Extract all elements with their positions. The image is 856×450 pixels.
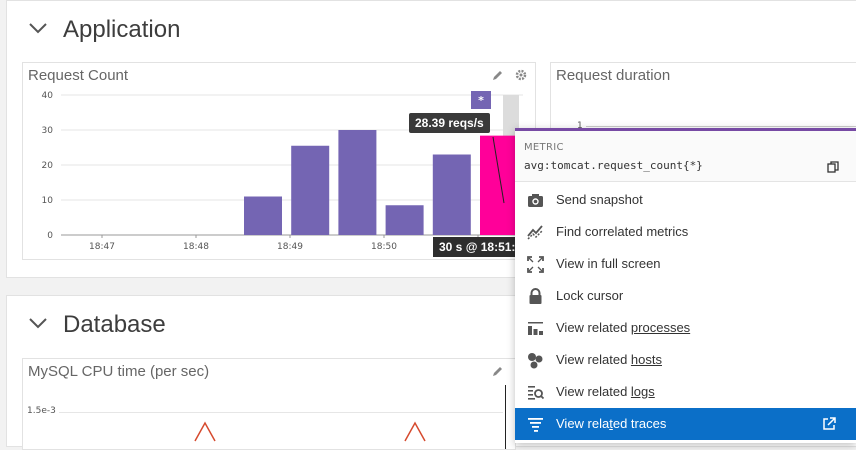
widget-title: Request Count — [28, 67, 129, 84]
chevron-down-icon[interactable] — [29, 22, 47, 34]
chart-line — [586, 126, 856, 127]
cursor-line — [505, 385, 506, 449]
menu-item-label: View related logs — [556, 384, 655, 399]
gear-icon[interactable] — [515, 69, 527, 81]
x-tick-label: 18:50 — [371, 242, 397, 252]
menu-item-label: Find correlated metrics — [556, 224, 689, 239]
metric-label: METRIC — [524, 142, 564, 153]
x-tick-label: 18:49 — [277, 242, 303, 252]
pencil-icon[interactable] — [492, 69, 504, 81]
hover-time-tooltip: 30 s @ 18:51:0 — [433, 237, 529, 257]
bar — [244, 196, 282, 235]
menu-item-related-traces[interactable]: View related traces — [515, 408, 856, 440]
grid-line — [59, 412, 503, 413]
menu-item-related-hosts[interactable]: View related hosts — [515, 344, 856, 376]
bar — [338, 130, 377, 235]
y-tick-label: 10 — [42, 196, 54, 206]
camera-icon — [528, 194, 543, 207]
bar — [432, 154, 471, 235]
menu-item-send-snapshot[interactable]: Send snapshot — [515, 184, 856, 216]
menu-header: METRIC avg:tomcat.request_count{*} — [515, 131, 856, 182]
copy-icon[interactable] — [827, 161, 839, 173]
menu-item-related-processes[interactable]: View related processes — [515, 312, 856, 344]
x-tick-label: 18:47 — [89, 242, 115, 252]
menu-item-label: View in full screen — [556, 256, 661, 271]
metric-context-menu: METRIC avg:tomcat.request_count{*} Send … — [515, 128, 856, 443]
menu-item-lock-cursor[interactable]: Lock cursor — [515, 280, 856, 312]
menu-item-label: Lock cursor — [556, 288, 624, 303]
bar-highlighted — [480, 135, 518, 235]
lock-icon — [529, 288, 542, 304]
menu-item-full-screen[interactable]: View in full screen — [515, 248, 856, 280]
correlation-icon — [527, 225, 543, 240]
metric-query: avg:tomcat.request_count{*} — [524, 159, 703, 172]
bar — [291, 145, 330, 235]
widget-title: Request duration — [556, 67, 671, 84]
y-tick-label: 40 — [42, 91, 54, 101]
chevron-down-icon[interactable] — [29, 317, 47, 329]
fullscreen-icon — [527, 256, 544, 273]
group-title-application: Application — [63, 16, 181, 43]
y-tick-label: 20 — [42, 161, 54, 171]
request-count-widget: Request Count 0 10 20 30 40 18:47 18:48 18:49 18… — [22, 62, 536, 260]
menu-item-label: View related hosts — [556, 352, 662, 367]
menu-item-label: View related traces — [556, 416, 667, 431]
hover-value-tooltip: 28.39 reqs/s — [409, 113, 490, 133]
menu-item-label: View related processes — [556, 320, 691, 335]
hosts-icon — [528, 353, 543, 369]
annotation-marker-label: * — [478, 94, 484, 107]
y-tick-label: 1.5e-3 — [27, 406, 56, 416]
bar — [385, 205, 424, 235]
menu-item-find-correlated-metrics[interactable]: Find correlated metrics — [515, 216, 856, 248]
processes-icon — [528, 322, 543, 335]
widget-title: MySQL CPU time (per sec) — [28, 363, 210, 380]
request-count-chart[interactable]: 0 10 20 30 40 18:47 18:48 18:49 18:50 * — [23, 85, 535, 259]
pencil-icon[interactable] — [492, 365, 504, 377]
menu-item-related-logs[interactable]: View related logs — [515, 376, 856, 408]
mysql-cpu-widget: MySQL CPU time (per sec) 1.5e-3 — [22, 358, 516, 450]
external-link-icon — [823, 417, 836, 430]
x-tick-label: 18:48 — [183, 242, 209, 252]
menu-item-label: Send snapshot — [556, 192, 643, 207]
cpu-series — [194, 421, 426, 442]
logs-icon — [528, 386, 544, 400]
y-tick-label: 0 — [47, 231, 53, 241]
group-title-database: Database — [63, 311, 166, 338]
traces-icon — [528, 418, 543, 432]
y-tick-label: 30 — [42, 126, 54, 136]
